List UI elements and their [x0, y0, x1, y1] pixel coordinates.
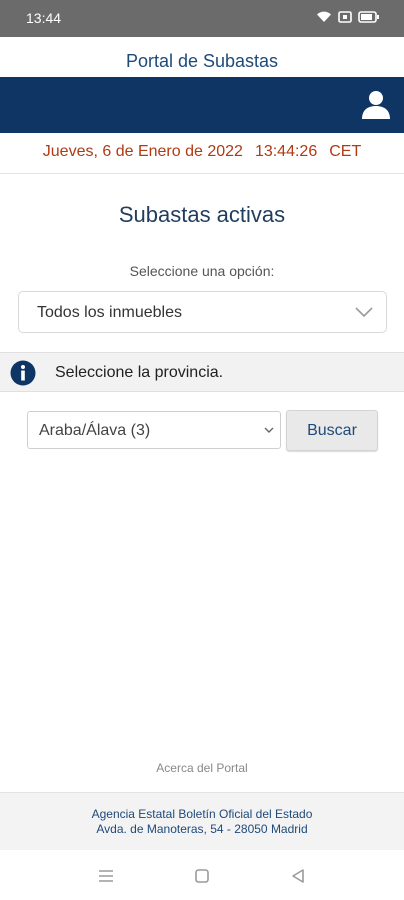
current-time: 13:44:26: [254, 143, 318, 160]
option-select[interactable]: Todos los inmuebles: [18, 291, 387, 333]
header-band: [0, 77, 404, 133]
page-title: Subastas activas: [118, 202, 286, 227]
chevron-down-icon: [355, 307, 373, 318]
status-icons: [316, 10, 380, 23]
footer: Agencia Estatal Boletín Oficial del Esta…: [0, 792, 404, 850]
home-icon[interactable]: [192, 866, 212, 886]
footer-agency: Agencia Estatal Boletín Oficial del Esta…: [91, 807, 313, 821]
province-select[interactable]: Araba/Álava (3): [27, 411, 281, 449]
app-title: Portal de Subastas: [125, 51, 279, 71]
wifi-icon: [317, 11, 331, 22]
info-text: Seleccione la provincia.: [55, 364, 224, 381]
battery-icon: [358, 10, 379, 23]
info-icon: [10, 360, 36, 386]
option-select-label: Seleccione una opción:: [129, 263, 275, 279]
search-button[interactable]: Buscar: [286, 410, 378, 451]
current-datetime: Jueves, 6 de Enero de 2022 13:44:26 CET: [0, 143, 404, 161]
app-title-bar: Portal de Subastas: [0, 37, 404, 77]
divider: [0, 173, 404, 174]
province-select-value: Araba/Álava (3): [39, 422, 151, 439]
option-select-value: Todos los inmuebles: [37, 304, 182, 321]
menu-icon[interactable]: [96, 866, 116, 886]
back-icon[interactable]: [288, 866, 308, 886]
system-navigation-bar: [0, 850, 404, 900]
footer-address: Avda. de Manoteras, 54 - 28050 Madrid: [96, 822, 308, 836]
screen-record-icon: [338, 10, 352, 23]
chevron-down-icon: [264, 427, 274, 433]
current-date: Jueves, 6 de Enero de 2022: [42, 143, 243, 160]
timezone: CET: [329, 143, 362, 160]
status-time: 13:44: [26, 10, 62, 26]
user-icon[interactable]: [360, 89, 392, 121]
about-portal-link[interactable]: Acerca del Portal: [0, 761, 404, 775]
status-bar: 13:44: [0, 0, 404, 37]
info-message: Seleccione la provincia.: [0, 352, 404, 392]
